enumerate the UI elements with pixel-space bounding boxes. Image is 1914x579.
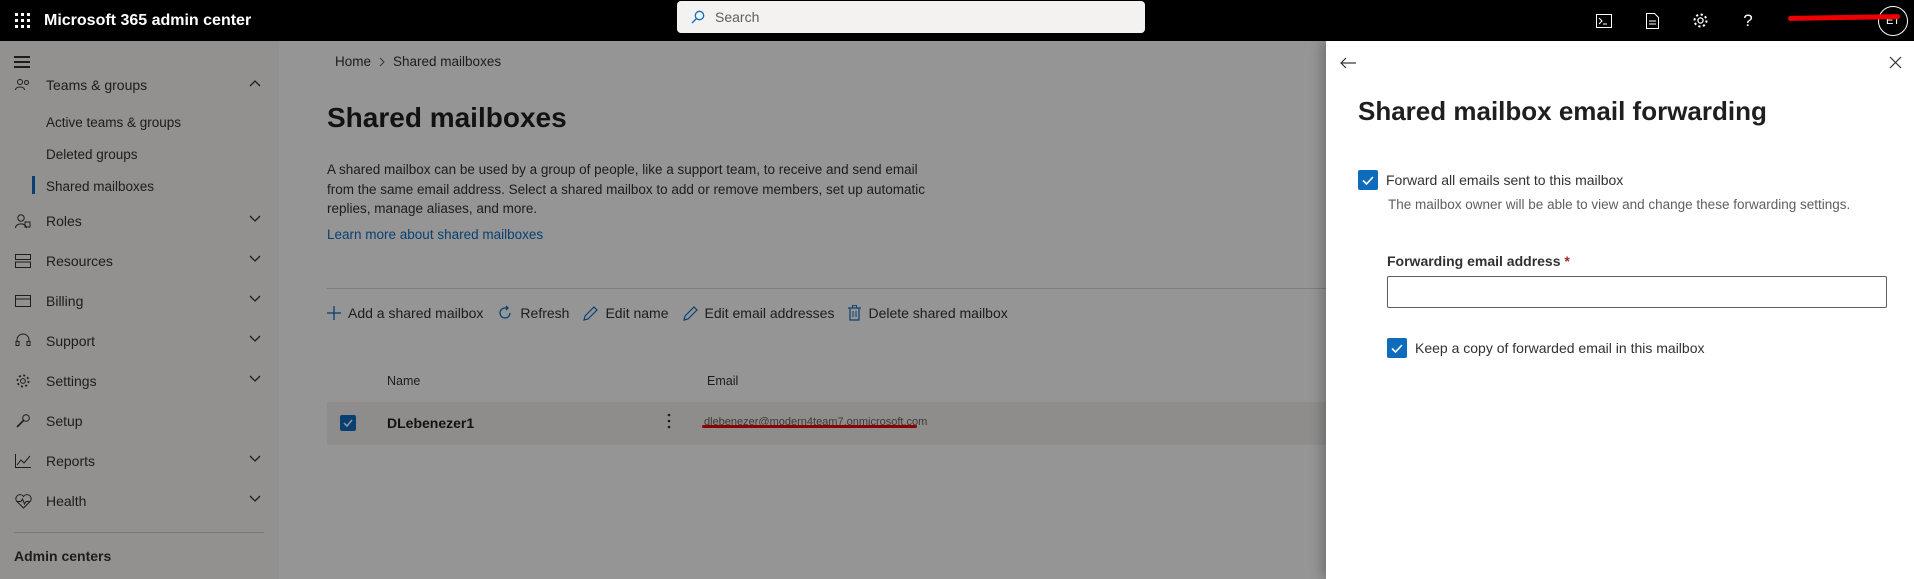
panel-title: Shared mailbox email forwarding (1358, 96, 1767, 126)
forwarding-address-label: Forwarding email address * (1387, 253, 1570, 269)
forwarding-address-input[interactable] (1387, 276, 1887, 308)
keep-copy-checkbox[interactable] (1387, 338, 1407, 358)
forward-all-label[interactable]: Forward all emails sent to this mailbox (1386, 172, 1623, 188)
app-title[interactable]: Microsoft 365 admin center (44, 12, 251, 30)
close-icon[interactable] (1889, 56, 1902, 72)
search-input[interactable]: Search (715, 9, 759, 25)
avatar[interactable]: ET (1878, 5, 1908, 36)
required-marker: * (1564, 253, 1570, 269)
top-bar: Microsoft 365 admin center Search ? ET (0, 0, 1914, 41)
keep-copy-label[interactable]: Keep a copy of forwarded email in this m… (1415, 340, 1704, 356)
waffle-icon[interactable] (0, 0, 44, 41)
gear-icon[interactable] (1676, 0, 1724, 41)
search-box[interactable]: Search (677, 1, 1145, 33)
modal-overlay[interactable] (0, 41, 1326, 579)
checkmark-icon (1391, 343, 1403, 353)
search-icon (691, 10, 705, 24)
document-icon[interactable] (1628, 0, 1676, 41)
forward-all-checkbox[interactable] (1358, 170, 1378, 190)
checkmark-icon (1362, 175, 1374, 185)
back-arrow-icon[interactable] (1340, 56, 1356, 72)
terminal-icon[interactable] (1580, 0, 1628, 41)
forwarding-panel: Shared mailbox email forwarding Forward … (1326, 41, 1914, 579)
help-icon[interactable]: ? (1724, 0, 1772, 41)
forwarding-hint: The mailbox owner will be able to view a… (1388, 197, 1851, 212)
